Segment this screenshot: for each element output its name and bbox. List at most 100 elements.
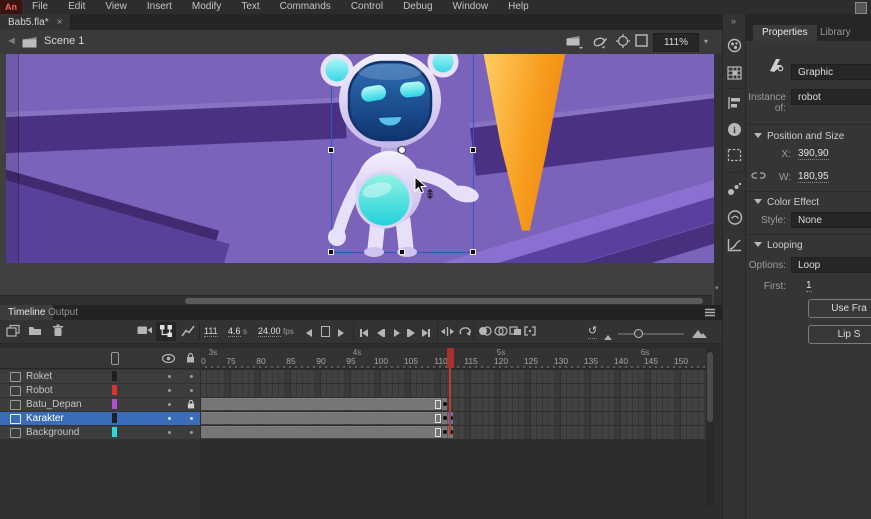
- panel-menu-icon[interactable]: [704, 308, 716, 317]
- new-layer-icon[interactable]: [6, 324, 20, 337]
- layer-row-batu_depan[interactable]: Batu_Depan: [0, 398, 200, 412]
- layer-frames-background[interactable]: [201, 426, 706, 440]
- timeline-vertical-scrollbar-thumb[interactable]: [707, 352, 713, 422]
- layer-frames-karakter[interactable]: [201, 412, 706, 426]
- close-tab-icon[interactable]: ×: [57, 17, 63, 28]
- new-folder-icon[interactable]: [28, 324, 42, 336]
- step-forward-icon[interactable]: [338, 327, 344, 341]
- camera-icon[interactable]: [137, 324, 153, 336]
- lock-column-icon[interactable]: [186, 352, 195, 363]
- go-to-first-frame-icon[interactable]: [360, 327, 368, 341]
- menu-view[interactable]: View: [95, 0, 137, 14]
- zoom-caret-icon[interactable]: ▾: [699, 33, 713, 50]
- symbol-type-select[interactable]: Graphic: [791, 64, 871, 80]
- center-frame-icon[interactable]: [441, 326, 454, 337]
- playhead-marker[interactable]: [447, 348, 454, 368]
- elapsed-time-value[interactable]: 4.6 s: [228, 326, 247, 336]
- scene-name[interactable]: Scene 1: [44, 35, 84, 47]
- layer-lock-toggle[interactable]: [187, 399, 195, 409]
- play-icon[interactable]: [394, 327, 400, 341]
- layer-visibility-toggle[interactable]: [168, 389, 171, 392]
- section-position-size[interactable]: Position and Size: [754, 131, 844, 142]
- layer-parenting-icon[interactable]: [156, 322, 176, 341]
- selection-handle-mid-left[interactable]: [328, 147, 334, 153]
- edit-symbols-icon[interactable]: [592, 34, 608, 49]
- edit-scene-icon[interactable]: [566, 34, 583, 49]
- layer-frames-roket[interactable]: [201, 370, 706, 384]
- frame-rate-value[interactable]: 24.00 fps: [258, 326, 294, 336]
- layer-lock-toggle[interactable]: [190, 431, 193, 434]
- zoom-out-frames-icon[interactable]: [604, 330, 612, 344]
- menu-modify[interactable]: Modify: [182, 0, 231, 14]
- particles-icon[interactable]: [727, 182, 742, 196]
- modify-markers-icon[interactable]: [524, 326, 536, 336]
- timeline-zoom-slider[interactable]: [618, 333, 684, 335]
- align-icon[interactable]: [727, 96, 742, 110]
- stage-canvas[interactable]: [6, 54, 715, 263]
- stage-vertical-scrollbar[interactable]: ▾: [714, 54, 722, 305]
- layer-visibility-toggle[interactable]: [168, 403, 171, 406]
- visibility-column-eye-icon[interactable]: [162, 354, 175, 363]
- menu-commands[interactable]: Commands: [270, 0, 341, 14]
- layer-visibility-toggle[interactable]: [168, 431, 171, 434]
- delete-layer-icon[interactable]: [52, 324, 64, 337]
- menu-edit[interactable]: Edit: [58, 0, 95, 14]
- onion-skin-icon[interactable]: [478, 326, 492, 336]
- layer-row-background[interactable]: Background: [0, 426, 200, 440]
- frame-ruler[interactable]: 3s4s5s6s 7075808590951001051101151201251…: [201, 348, 706, 369]
- selection-handle-bottom-right[interactable]: [470, 249, 476, 255]
- reset-timeline-zoom-icon[interactable]: ↺: [588, 324, 597, 339]
- tab-output[interactable]: Output: [40, 305, 86, 320]
- go-to-last-frame-icon[interactable]: [422, 327, 430, 341]
- onion-skin-outlines-icon[interactable]: [494, 326, 508, 336]
- stage-zoom-select[interactable]: 111%: [653, 33, 699, 52]
- layer-row-karakter[interactable]: Karakter: [0, 412, 200, 426]
- instance-name-field[interactable]: robot: [791, 89, 871, 105]
- creative-cloud-icon[interactable]: [727, 210, 743, 225]
- document-tab[interactable]: Bab5.fla* ×: [0, 14, 71, 30]
- layer-visibility-toggle[interactable]: [168, 375, 171, 378]
- app-logo[interactable]: An: [0, 0, 22, 14]
- clip-content-icon[interactable]: [635, 34, 648, 47]
- keyframe[interactable]: [441, 398, 447, 410]
- selection-handle-mid-right[interactable]: [470, 147, 476, 153]
- robot-character[interactable]: [317, 54, 483, 260]
- layer-lock-toggle[interactable]: [190, 417, 193, 420]
- menu-window[interactable]: Window: [443, 0, 499, 14]
- timeline-zoom-knob[interactable]: [634, 329, 643, 338]
- menu-control[interactable]: Control: [341, 0, 393, 14]
- w-value[interactable]: 180,95: [798, 171, 829, 183]
- swatches-grid-icon[interactable]: [727, 66, 742, 80]
- transform-icon[interactable]: [727, 148, 742, 162]
- playhead-line[interactable]: [449, 368, 451, 435]
- collapse-panels-icon[interactable]: »: [731, 16, 736, 26]
- menu-debug[interactable]: Debug: [393, 0, 442, 14]
- menu-file[interactable]: File: [22, 0, 58, 14]
- current-frame-value[interactable]: 111: [204, 326, 218, 337]
- info-icon[interactable]: i: [727, 122, 742, 137]
- stage-horizontal-scrollbar[interactable]: [0, 295, 712, 305]
- section-color-effect[interactable]: Color Effect: [754, 197, 819, 208]
- previous-keyframe-icon[interactable]: [377, 327, 385, 341]
- menu-insert[interactable]: Insert: [137, 0, 182, 14]
- frame-picker-chart-icon[interactable]: [727, 238, 742, 252]
- scroll-down-icon[interactable]: ▾: [715, 284, 719, 292]
- loop-options-select[interactable]: Loop: [791, 257, 871, 273]
- timeline-vertical-scrollbar[interactable]: [706, 348, 714, 508]
- show-graph-icon[interactable]: [181, 324, 195, 337]
- zoom-in-frames-icon[interactable]: [692, 328, 707, 342]
- lip-syncing-button[interactable]: Lip S: [808, 325, 871, 344]
- selection-handle-bottom-left[interactable]: [328, 249, 334, 255]
- transformation-point[interactable]: [398, 146, 406, 154]
- step-back-icon[interactable]: [306, 327, 312, 341]
- layer-row-roket[interactable]: Roket: [0, 370, 200, 384]
- first-frame-value[interactable]: 1: [806, 280, 812, 292]
- link-width-height-icon[interactable]: [751, 169, 766, 182]
- stage-horizontal-scrollbar-thumb[interactable]: [185, 298, 703, 304]
- layer-frames-robot[interactable]: [201, 384, 706, 398]
- section-looping[interactable]: Looping: [754, 240, 803, 251]
- use-frame-picker-button[interactable]: Use Fra: [808, 299, 871, 318]
- layer-frames-batu_depan[interactable]: [201, 398, 706, 412]
- style-select[interactable]: None: [791, 212, 871, 228]
- layer-lock-toggle[interactable]: [190, 375, 193, 378]
